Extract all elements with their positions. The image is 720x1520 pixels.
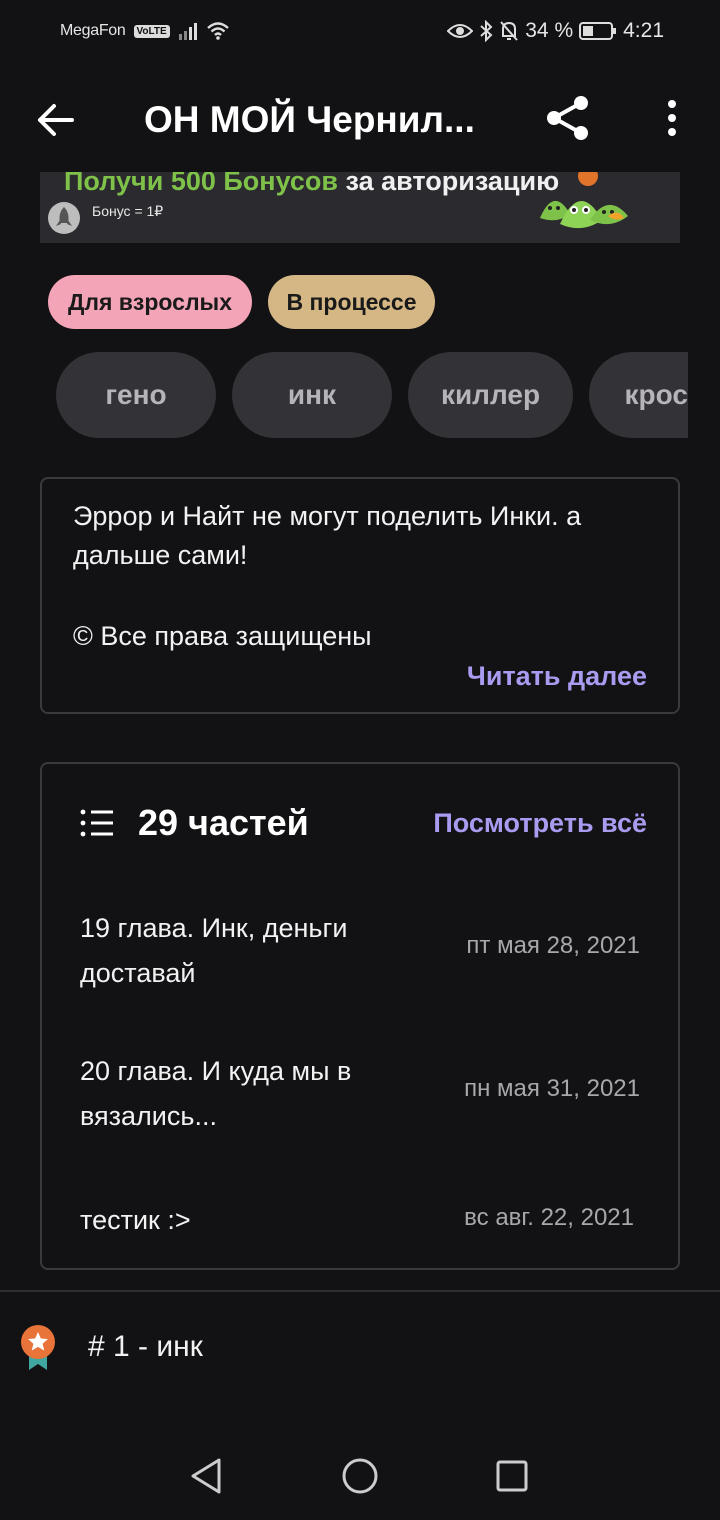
chapter-date: пт мая 28, 2021 (466, 932, 640, 959)
bluetooth-icon (479, 20, 493, 42)
rocket-icon (48, 202, 80, 234)
eye-icon (447, 22, 474, 40)
chapter-date: пн мая 31, 2021 (464, 1075, 640, 1102)
status-right: 34 % 4:21 (447, 18, 664, 44)
tag-list: гено инк киллер кросс (56, 352, 688, 438)
banner-headline-white: за авторизацию (338, 172, 560, 196)
read-more-link[interactable]: Читать далее (467, 661, 647, 692)
signal-icon (178, 22, 198, 40)
section-divider (0, 1290, 720, 1292)
chapter-item[interactable]: 20 глава. И куда мы в вязались... пн мая… (80, 1049, 640, 1141)
circle-home-icon (342, 1458, 378, 1494)
clock: 4:21 (623, 19, 664, 42)
chapter-item[interactable]: 19 глава. Инк, деньги доставай пт мая 28… (80, 906, 640, 998)
banner-headline-green: Получи 500 Бонусов (64, 172, 339, 196)
chapter-item[interactable]: тестик :> вс авг. 22, 2021 (80, 1198, 640, 1244)
battery-percent: 34 % (525, 19, 574, 42)
chapter-title: 19 глава. Инк, деньги доставай (80, 913, 348, 988)
status-left: MegaFon VoLTE (60, 19, 230, 43)
tag-chip[interactable]: кросс (589, 352, 688, 438)
adult-content-badge: Для взрослых (48, 275, 252, 329)
back-button[interactable] (28, 92, 84, 148)
ranking-text: # 1 - инк (88, 1330, 203, 1363)
status-bar: MegaFon VoLTE 34 % 4:21 (0, 0, 720, 62)
more-vertical-icon (668, 100, 676, 136)
more-options-button[interactable] (648, 90, 696, 146)
nav-back-button[interactable] (178, 1448, 234, 1504)
banner-headline: Получи 500 Бонусов за авторизацию (64, 172, 559, 197)
tag-chip[interactable]: гено (56, 352, 216, 438)
copyright-text: © Все права защищены (73, 621, 372, 651)
description-card: Эррор и Найт не могут поделить Инки. а д… (40, 477, 680, 714)
chapter-title: тестик :> (80, 1205, 191, 1235)
list-icon (80, 808, 114, 838)
tag-chip[interactable]: киллер (408, 352, 573, 438)
see-all-link[interactable]: Посмотреть всё (433, 808, 647, 839)
chapters-card: 29 частей Посмотреть всё 19 глава. Инк, … (40, 762, 680, 1270)
tag-chip[interactable]: инк (232, 352, 392, 438)
app-bar: ОН МОЙ Чернил... (0, 62, 720, 174)
in-progress-badge: В процессе (268, 275, 435, 329)
bell-off-icon (499, 20, 519, 42)
chapters-count: 29 частей (138, 802, 309, 843)
medal-icon (20, 1324, 56, 1372)
system-nav-bar (0, 1430, 720, 1520)
dumpling-mascots-image (536, 172, 680, 243)
ranking-row[interactable]: # 1 - инк (0, 1320, 720, 1380)
arrow-left-icon (38, 104, 74, 136)
carrier-name: MegaFon (60, 22, 126, 39)
nav-recents-button[interactable] (484, 1448, 540, 1504)
screen: MegaFon VoLTE 34 % 4:21 ОН МОЙ Чернил...… (0, 0, 720, 1520)
chapter-date: вс авг. 22, 2021 (464, 1204, 634, 1231)
nav-home-button[interactable] (332, 1448, 388, 1504)
banner-bonus-rate: Бонус = 1₽ (92, 203, 164, 219)
share-icon (547, 96, 588, 140)
volte-badge: VoLTE (133, 24, 170, 38)
share-button[interactable] (540, 90, 596, 146)
wifi-icon (206, 21, 230, 41)
square-recents-icon (496, 1460, 528, 1492)
chapter-title: 20 глава. И куда мы в вязались... (80, 1056, 352, 1131)
description-text: Эррор и Найт не могут поделить Инки. а д… (73, 501, 582, 570)
page-title: ОН МОЙ Чернил... (144, 99, 475, 140)
promo-banner[interactable]: Получи 500 Бонусов за авторизацию Бонус … (40, 172, 680, 243)
triangle-back-icon (191, 1458, 221, 1494)
battery-icon (579, 22, 617, 40)
